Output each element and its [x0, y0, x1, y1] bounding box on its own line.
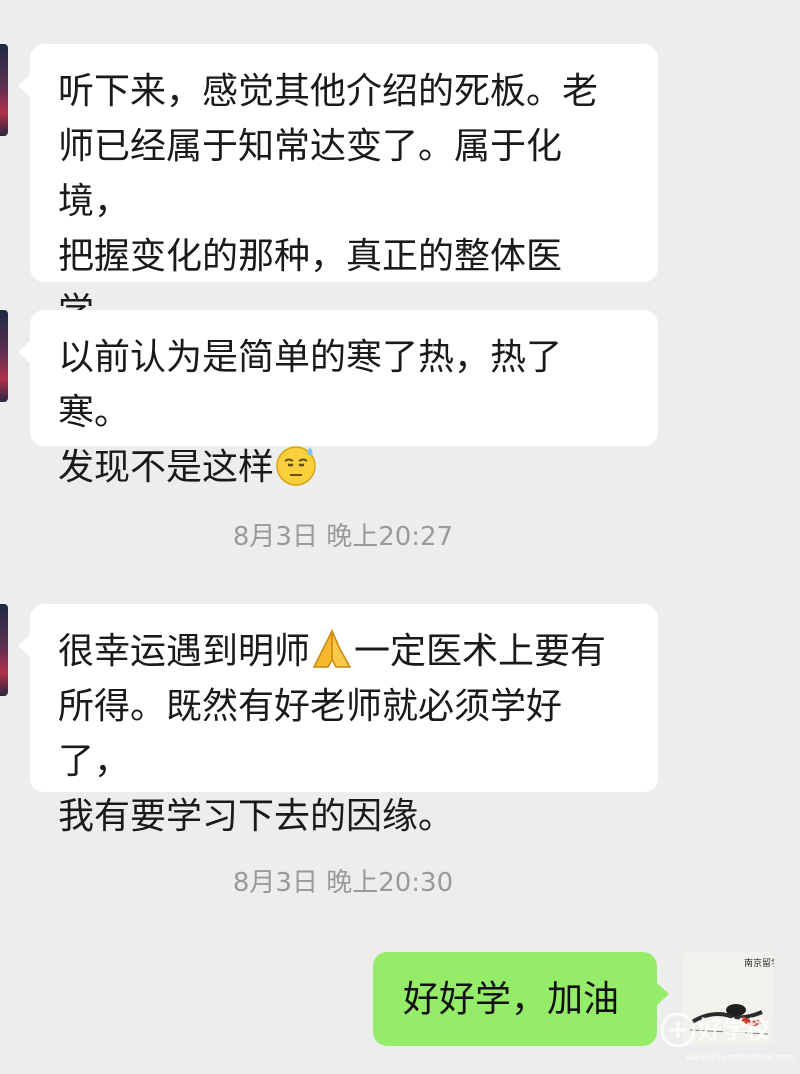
message-line: 师已经属于知常达变了。属于化境， — [58, 126, 563, 222]
message-text: 好好学，加油 — [403, 979, 620, 1020]
message-line: 我有要学习下去的因缘。 — [58, 796, 455, 837]
message-text: 一定医术上要有 — [354, 631, 607, 672]
message-bubble[interactable]: 以前认为是简单的寒了热，热了寒。 发现不是这样 — [18, 310, 658, 488]
folded-hands-icon — [312, 628, 352, 668]
message-line: 以前认为是简单的寒了热，热了寒。 — [58, 337, 563, 433]
sweat-face-icon — [276, 446, 316, 486]
sender-avatar[interactable] — [0, 44, 8, 136]
message-line: 听下来，感觉其他介绍的死板。老 — [58, 71, 599, 112]
watermark: 好学校 www.91goodschool.com — [648, 1000, 798, 1070]
sender-avatar[interactable] — [0, 310, 8, 402]
sender-avatar[interactable] — [0, 604, 8, 696]
timestamp: 8月3日 晚上20:27 — [232, 522, 454, 552]
message-line: 发现不是这样 — [58, 447, 275, 488]
watermark-url: www.91goodschool.com — [686, 1053, 795, 1063]
message-bubble[interactable]: 很幸运遇到明师 一定医术上要有 所得。既然有好老师就必须学好了， 我有要学习下去… — [18, 604, 658, 837]
watermark-logo-icon: 好学校 www.91goodschool.com — [660, 1012, 795, 1063]
message-text: 很幸运遇到明师 — [58, 631, 311, 672]
sent-message-bubble[interactable]: 好好学，加油 — [373, 952, 669, 1046]
message-line: 所得。既然有好老师就必须学好了， — [58, 686, 563, 782]
watermark-text: 好学校 — [697, 1016, 771, 1044]
timestamp: 8月3日 晚上20:30 — [232, 868, 454, 898]
calligraphy-text: 南京留学 珍惜缘分 — [744, 957, 774, 969]
message-bubble[interactable]: 听下来，感觉其他介绍的死板。老 师已经属于知常达变了。属于化境， 把握变化的那种… — [18, 44, 658, 385]
